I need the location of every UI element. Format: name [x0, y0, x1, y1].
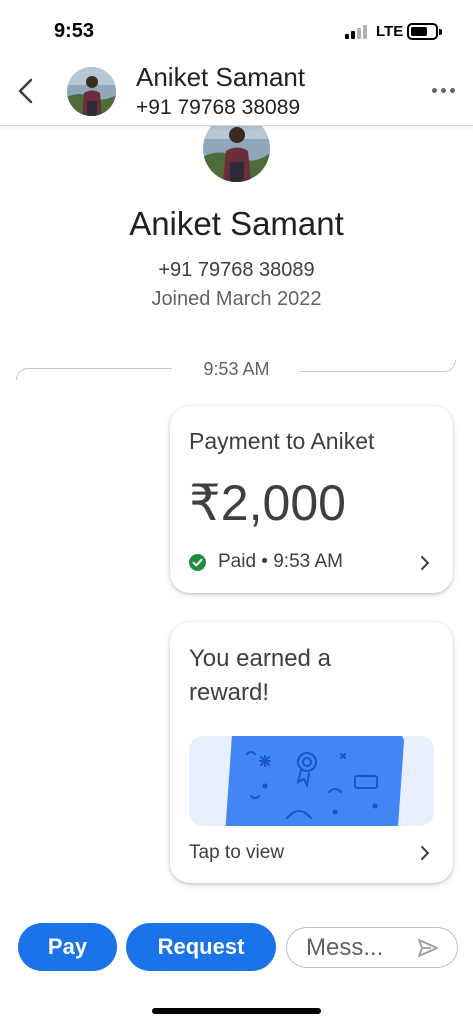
payment-status-row: Paid • 9:53 AM	[189, 550, 439, 574]
chat-header: Aniket Samant +91 79768 38089	[0, 62, 473, 126]
profile-joined-date: Joined March 2022	[151, 288, 322, 310]
payment-title: Payment to Aniket	[189, 428, 375, 454]
chevron-right-icon[interactable]	[419, 845, 431, 861]
payment-amount: ₹2,000	[189, 475, 346, 531]
pay-button[interactable]: Pay	[18, 923, 117, 971]
battery-icon	[407, 23, 442, 40]
more-options-icon[interactable]	[432, 86, 456, 96]
profile-phone: +91 79768 38089	[158, 259, 315, 281]
reward-title: You earned a reward!	[189, 645, 331, 706]
send-icon[interactable]	[417, 938, 439, 958]
conversation-timestamp: 9:53 AM	[203, 359, 270, 379]
message-input[interactable]: Mess...	[286, 927, 458, 968]
back-arrow-icon[interactable]	[14, 76, 40, 106]
contact-avatar[interactable]	[67, 67, 116, 116]
profile-name: Aniket Samant	[129, 205, 344, 242]
message-placeholder: Mess...	[306, 934, 384, 961]
reward-tap-to-view: Tap to view	[189, 842, 285, 863]
reward-card[interactable]: You earned a reward! Tap to view	[170, 622, 453, 883]
payment-card[interactable]: Payment to Aniket ₹2,000 Paid • 9:53 AM	[170, 406, 453, 593]
header-contact-phone: +91 79768 38089	[136, 96, 301, 119]
reward-scratch-card[interactable]	[189, 736, 434, 826]
payment-status: Paid • 9:53 AM	[218, 551, 343, 572]
status-bar: 9:53 LTE	[0, 0, 473, 62]
signal-icon	[345, 25, 371, 39]
header-contact-name: Aniket Samant	[136, 62, 306, 92]
chevron-right-icon[interactable]	[419, 555, 431, 571]
home-indicator[interactable]	[152, 1008, 321, 1014]
request-button[interactable]: Request	[126, 923, 276, 971]
network-type: LTE	[376, 23, 404, 40]
check-circle-icon	[189, 554, 206, 571]
status-time: 9:53	[54, 20, 95, 42]
